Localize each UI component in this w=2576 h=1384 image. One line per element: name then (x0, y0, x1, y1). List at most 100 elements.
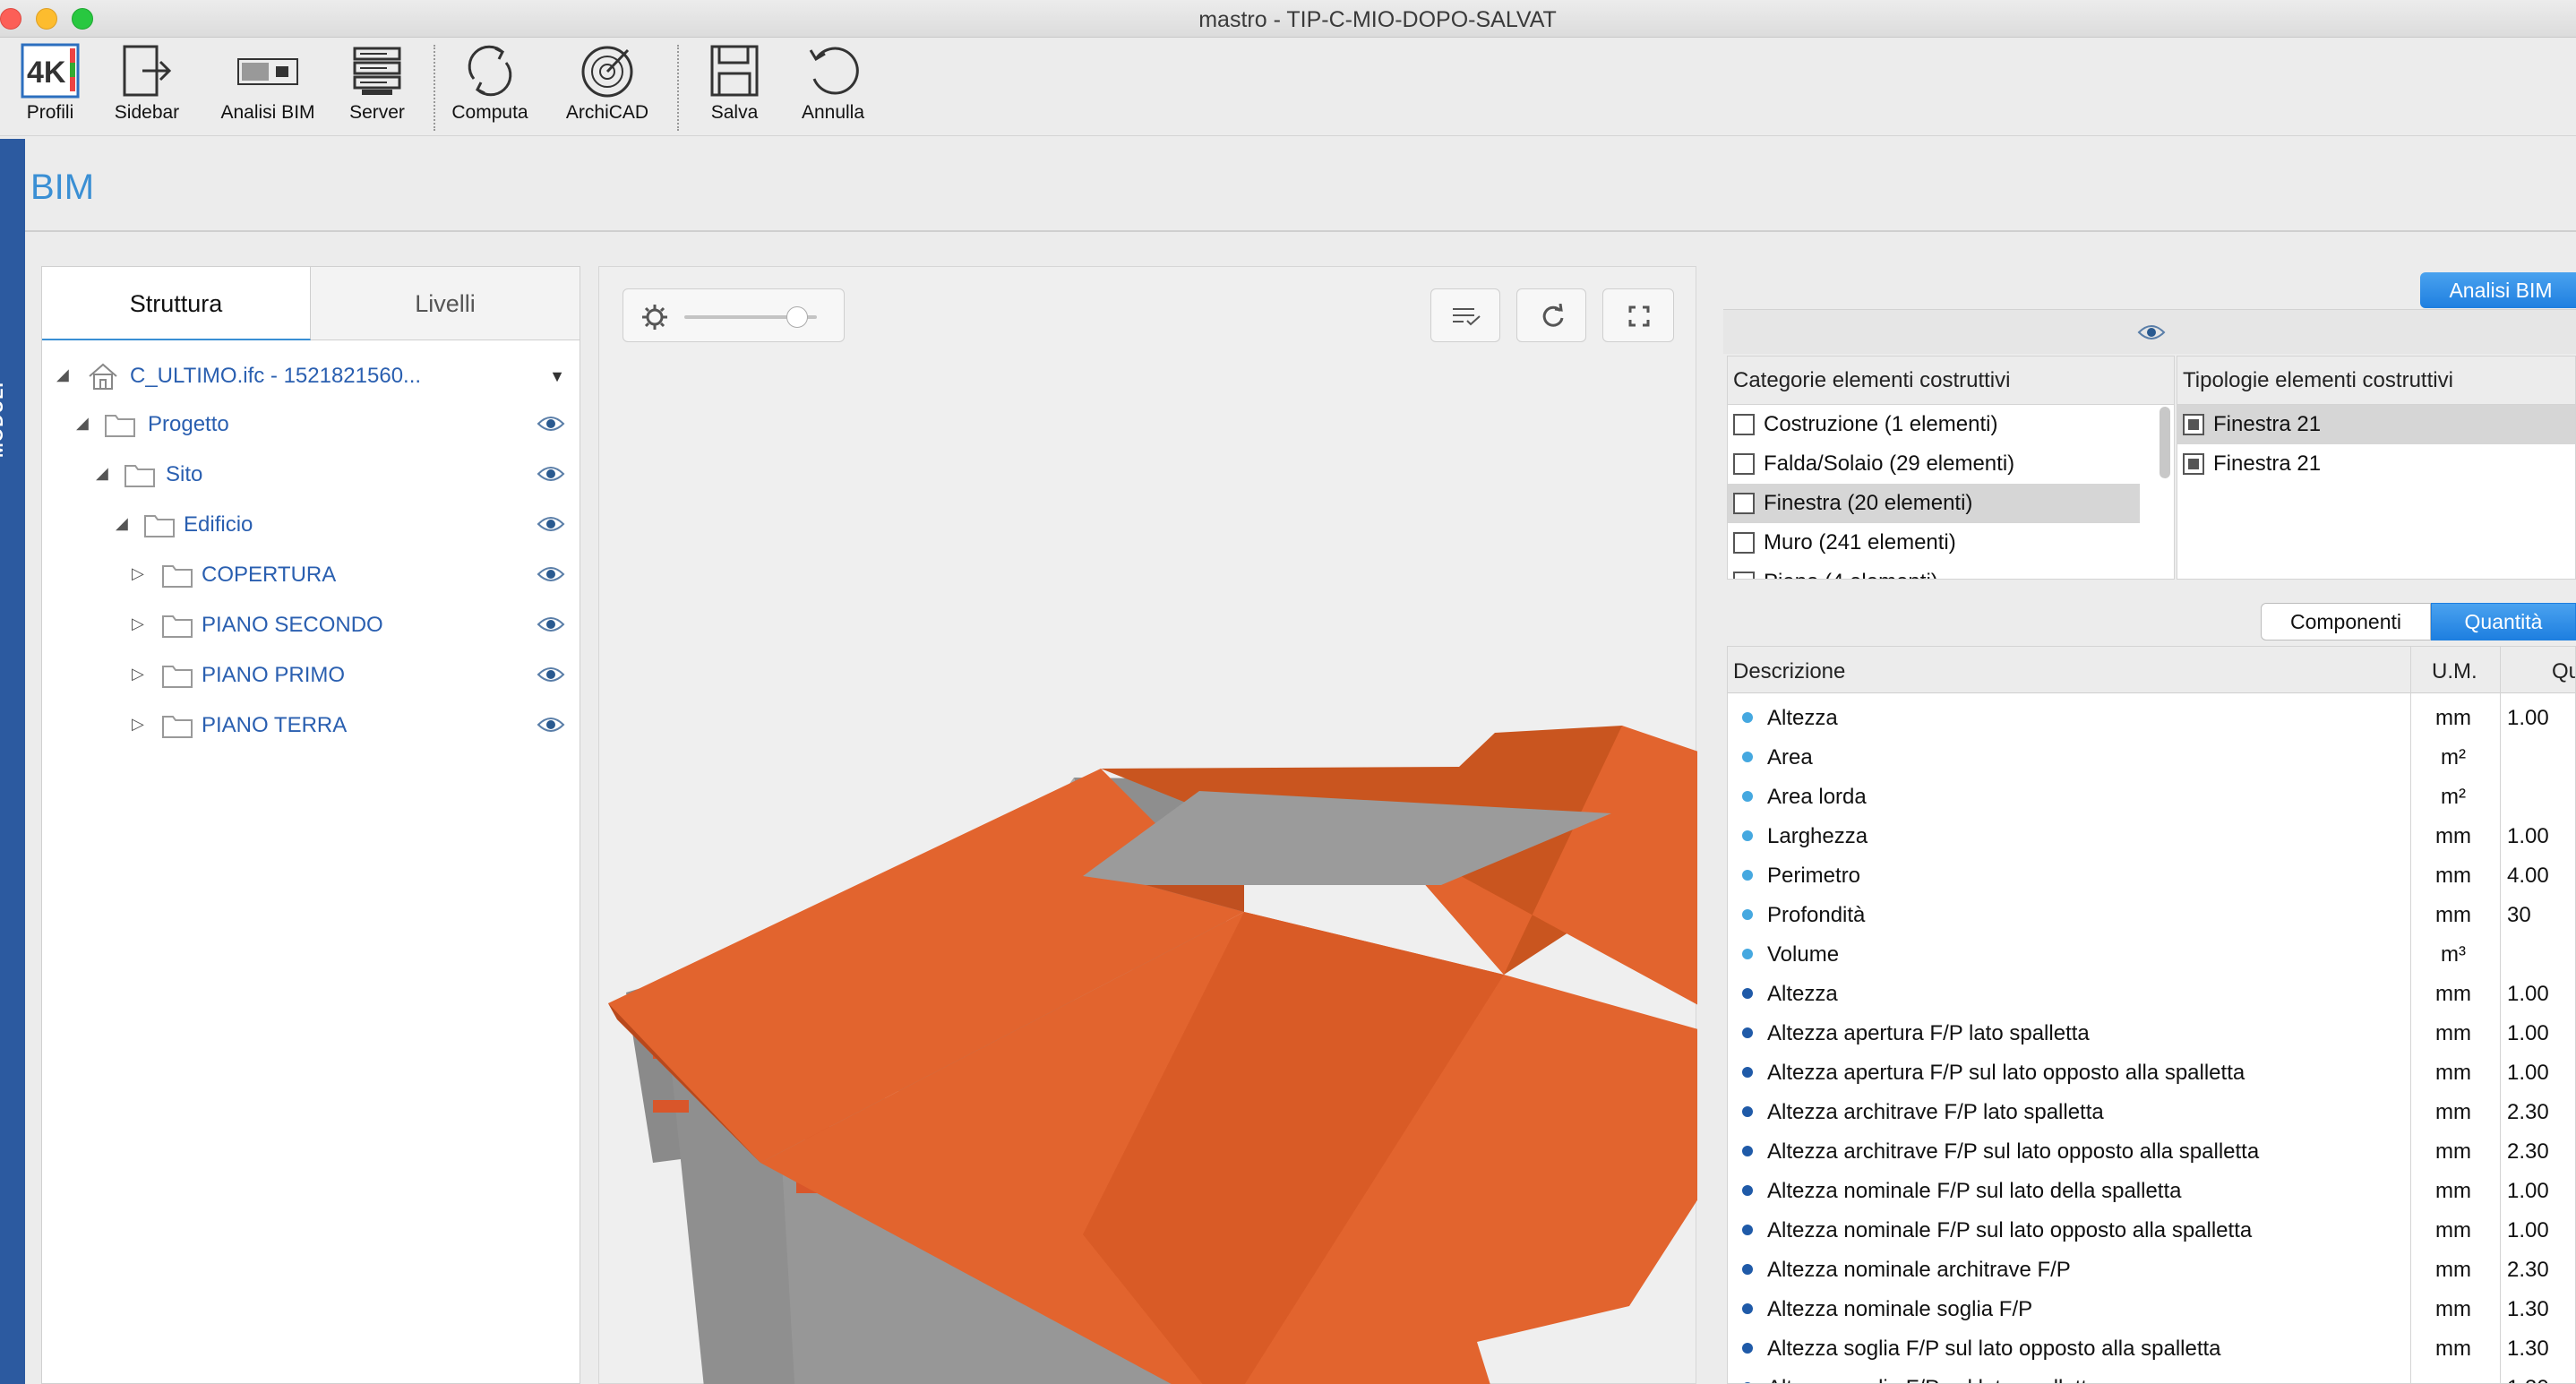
expanded-arrow-icon[interactable]: ◢ (76, 414, 89, 433)
table-header: Descrizione U.M. Qu (1728, 647, 2575, 693)
annulla-button[interactable]: Annulla (790, 43, 876, 133)
eye-icon[interactable] (537, 715, 565, 735)
moduli-sidebar-toggle[interactable]: MODULI (0, 139, 25, 1384)
tree-item-sito[interactable]: ◢ Sito (42, 453, 580, 498)
checkbox[interactable] (2183, 414, 2204, 435)
eye-icon[interactable] (537, 615, 565, 634)
list-item[interactable]: Falda/Solaio (29 elementi) (1728, 444, 2174, 484)
column-header-descrizione[interactable]: Descrizione (1733, 659, 1845, 684)
table-row[interactable]: Altezza mm 1.00 (1728, 973, 2575, 1012)
row-description: Altezza architrave F/P lato spalletta (1767, 1100, 2104, 1124)
toolbar-label: Sidebar (114, 102, 180, 123)
table-row[interactable]: Altezza architrave F/P sul lato opposto … (1728, 1130, 2575, 1170)
row-unit: mm (2435, 1021, 2471, 1045)
list-item[interactable]: Piano (4 elementi) (1728, 563, 2174, 579)
toolbar-label: Profili (26, 102, 74, 123)
table-row[interactable]: Area lorda m² (1728, 776, 2575, 815)
table-row[interactable]: Perimetro mm 4.00 (1728, 855, 2575, 894)
analisi-bim-toolbar-button[interactable]: Analisi BIM (211, 43, 324, 133)
table-row[interactable]: Altezza nominale architrave F/P mm 2.30 (1728, 1249, 2575, 1288)
profili-button[interactable]: 4K Profili (7, 43, 93, 133)
collapsed-arrow-icon[interactable]: ▷ (132, 615, 144, 633)
sidebar-button[interactable]: Sidebar (104, 43, 190, 133)
table-row[interactable]: Volume m³ (1728, 933, 2575, 973)
structure-tree-panel: Struttura Livelli ◢ C_ULTIMO.ifc - 15218… (41, 266, 580, 1384)
table-row[interactable]: Altezza nominale F/P sul lato della spal… (1728, 1170, 2575, 1209)
table-row[interactable]: Profondità mm 30 (1728, 894, 2575, 933)
categories-header: Categorie elementi costruttivi (1728, 357, 2174, 405)
tree-item-piano-terra[interactable]: ▷ PIANO TERRA (42, 704, 580, 749)
table-row[interactable]: Altezza mm 1.00 (1728, 697, 2575, 736)
table-row[interactable]: Altezza nominale F/P sul lato opposto al… (1728, 1209, 2575, 1249)
table-row[interactable]: Altezza nominale soglia F/P mm 1.30 (1728, 1288, 2575, 1328)
chevron-down-icon[interactable]: ▼ (549, 367, 565, 386)
list-item-label: Finestra 21 (2213, 412, 2322, 436)
folder-icon (162, 716, 193, 738)
column-header-quantita[interactable]: Qu (2552, 659, 2575, 684)
row-unit: mm (2435, 706, 2471, 730)
list-item[interactable]: Finestra (20 elementi) (1728, 484, 2140, 523)
list-item[interactable]: Muro (241 elementi) (1728, 523, 2174, 563)
expanded-arrow-icon[interactable]: ◢ (116, 514, 128, 533)
eye-icon[interactable] (2137, 322, 2166, 342)
checkbox[interactable] (1733, 493, 1755, 514)
table-row[interactable]: Altezza architrave F/P lato spalletta mm 2… (1728, 1091, 2575, 1130)
table-row[interactable]: Area m² (1728, 736, 2575, 776)
server-button[interactable]: Server (337, 43, 417, 133)
tree-item-copertura[interactable]: ▷ COPERTURA (42, 554, 580, 598)
toolbar-label: ArchiCAD (565, 102, 649, 123)
checkbox[interactable] (1733, 414, 1755, 435)
tree-item-progetto[interactable]: ◢ Progetto (42, 403, 580, 448)
table-row[interactable]: Altezza soglia F/P sul lato spalletta mm 1… (1728, 1367, 2575, 1383)
eye-icon[interactable] (537, 514, 565, 534)
bim-analysis-icon (237, 58, 298, 85)
eye-icon[interactable] (537, 464, 565, 484)
main-toolbar: 4K Profili Sidebar Analisi BIM Server Co… (0, 38, 2576, 136)
tree-item-piano-primo[interactable]: ▷ PIANO PRIMO (42, 654, 580, 699)
row-unit: m² (2441, 745, 2466, 769)
tab-componenti[interactable]: Componenti (2261, 603, 2431, 640)
table-row[interactable]: Larghezza mm 1.00 (1728, 815, 2575, 855)
row-description: Altezza soglia F/P sul lato opposto alla… (1767, 1337, 2221, 1361)
checkbox[interactable] (1733, 453, 1755, 475)
building-3d-model[interactable] (599, 267, 1697, 1384)
tree-item-edificio[interactable]: ◢ Edificio (42, 503, 580, 548)
checkbox[interactable] (1733, 572, 1755, 579)
tab-livelli[interactable]: Livelli (311, 267, 580, 340)
row-value: 1.00 (2507, 824, 2549, 848)
column-header-um[interactable]: U.M. (2432, 659, 2477, 684)
collapsed-arrow-icon[interactable]: ▷ (132, 665, 144, 683)
row-unit: mm (2435, 1337, 2471, 1361)
tab-quantita[interactable]: Quantità (2431, 603, 2576, 640)
list-item[interactable]: Costruzione (1 elementi) (1728, 405, 2174, 444)
list-item[interactable]: Finestra 21 (2177, 444, 2575, 484)
expanded-arrow-icon[interactable]: ◢ (96, 464, 108, 483)
eye-icon[interactable] (537, 414, 565, 434)
eye-icon[interactable] (537, 564, 565, 584)
row-description: Larghezza (1767, 824, 1868, 848)
row-description: Altezza architrave F/P sul lato opposto … (1767, 1139, 2260, 1164)
salva-button[interactable]: Salva (697, 43, 772, 133)
toolbar-label: Annulla (801, 102, 865, 123)
checkbox[interactable] (1733, 532, 1755, 554)
archicad-button[interactable]: ArchiCAD (555, 43, 659, 133)
tab-struttura[interactable]: Struttura (42, 267, 311, 340)
eye-icon[interactable] (537, 665, 565, 684)
collapsed-arrow-icon[interactable]: ▷ (132, 715, 144, 734)
table-row[interactable]: Altezza apertura F/P lato spalletta mm 1.0… (1728, 1012, 2575, 1052)
collapsed-arrow-icon[interactable]: ▷ (132, 564, 144, 583)
row-unit: mm (2435, 1061, 2471, 1085)
tree-root-item[interactable]: ◢ C_ULTIMO.ifc - 1521821560... ▼ (42, 355, 580, 400)
tree-item-piano-secondo[interactable]: ▷ PIANO SECONDO (42, 604, 580, 649)
computa-button[interactable]: Computa (442, 43, 537, 133)
table-row[interactable]: Altezza apertura F/P sul lato opposto al… (1728, 1052, 2575, 1091)
row-description: Perimetro (1767, 864, 1861, 888)
scrollbar[interactable] (2160, 407, 2170, 478)
table-row[interactable]: Altezza soglia F/P sul lato opposto alla… (1728, 1328, 2575, 1367)
row-unit: mm (2435, 1100, 2471, 1124)
3d-viewer[interactable] (598, 266, 1697, 1384)
analisi-bim-button[interactable]: Analisi BIM (2420, 272, 2576, 308)
list-item[interactable]: Finestra 21 (2177, 405, 2575, 444)
expanded-arrow-icon[interactable]: ◢ (56, 365, 69, 384)
checkbox[interactable] (2183, 453, 2204, 475)
